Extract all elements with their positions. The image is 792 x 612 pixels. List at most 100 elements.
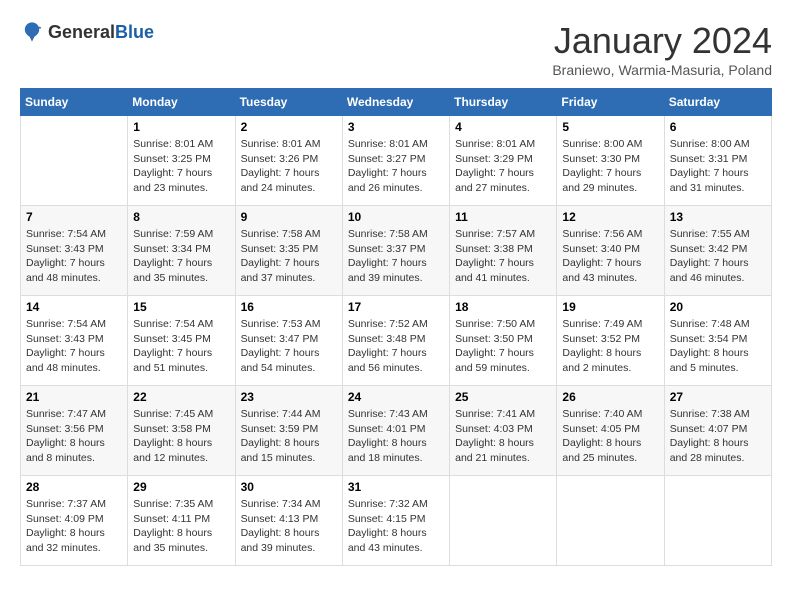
calendar-cell: 29 Sunrise: 7:35 AMSunset: 4:11 PMDayligh… <box>128 476 235 566</box>
day-number: 30 <box>241 480 337 494</box>
day-number: 13 <box>670 210 766 224</box>
calendar-cell: 26 Sunrise: 7:40 AMSunset: 4:05 PMDayligh… <box>557 386 664 476</box>
calendar-table: Sunday Monday Tuesday Wednesday Thursday… <box>20 88 772 566</box>
calendar-cell: 12 Sunrise: 7:56 AMSunset: 3:40 PMDayligh… <box>557 206 664 296</box>
calendar-cell: 4Sunrise: 8:01 AMSunset: 3:29 PMDaylight… <box>450 116 557 206</box>
day-info: Sunrise: 7:40 AMSunset: 4:05 PMDaylight:… <box>562 407 658 466</box>
calendar-cell <box>557 476 664 566</box>
calendar-row-5: 28Sunrise: 7:37 AMSunset: 4:09 PMDayligh… <box>21 476 772 566</box>
header-thursday: Thursday <box>450 89 557 116</box>
calendar-cell: 30 Sunrise: 7:34 AMSunset: 4:13 PMDayligh… <box>235 476 342 566</box>
day-info: Sunrise: 8:00 AMSunset: 3:31 PMDaylight:… <box>670 137 766 196</box>
day-number: 31 <box>348 480 444 494</box>
title-area: January 2024 Braniewo, Warmia-Masuria, P… <box>552 20 772 78</box>
calendar-subtitle: Braniewo, Warmia-Masuria, Poland <box>552 62 772 78</box>
day-info: Sunrise: 7:58 AMSunset: 3:37 PMDaylight:… <box>348 227 444 286</box>
calendar-title: January 2024 <box>552 20 772 62</box>
header-monday: Monday <box>128 89 235 116</box>
day-info: Sunrise: 7:48 AMSunset: 3:54 PMDaylight:… <box>670 317 766 376</box>
day-info: Sunrise: 7:45 AMSunset: 3:58 PMDaylight:… <box>133 407 229 466</box>
calendar-cell: 20 Sunrise: 7:48 AMSunset: 3:54 PMDayligh… <box>664 296 771 386</box>
day-number: 12 <box>562 210 658 224</box>
header-saturday: Saturday <box>664 89 771 116</box>
calendar-cell: 6Sunrise: 8:00 AMSunset: 3:31 PMDaylight… <box>664 116 771 206</box>
calendar-cell: 16Sunrise: 7:53 AMSunset: 3:47 PMDayligh… <box>235 296 342 386</box>
day-number: 7 <box>26 210 122 224</box>
calendar-cell: 31 Sunrise: 7:32 AMSunset: 4:15 PMDayligh… <box>342 476 449 566</box>
day-number: 8 <box>133 210 229 224</box>
day-number: 27 <box>670 390 766 404</box>
day-number: 29 <box>133 480 229 494</box>
calendar-cell: 17 Sunrise: 7:52 AMSunset: 3:48 PMDayligh… <box>342 296 449 386</box>
calendar-cell: 8Sunrise: 7:59 AMSunset: 3:34 PMDaylight… <box>128 206 235 296</box>
day-info: Sunrise: 7:34 AMSunset: 4:13 PMDaylight:… <box>241 497 337 556</box>
day-number: 5 <box>562 120 658 134</box>
day-info: Sunrise: 8:01 AMSunset: 3:27 PMDaylight:… <box>348 137 444 196</box>
day-info: Sunrise: 7:57 AMSunset: 3:38 PMDaylight:… <box>455 227 551 286</box>
header-friday: Friday <box>557 89 664 116</box>
day-number: 17 <box>348 300 444 314</box>
calendar-cell: 14Sunrise: 7:54 AMSunset: 3:43 PMDayligh… <box>21 296 128 386</box>
calendar-cell: 1 Sunrise: 8:01 AMSunset: 3:25 PMDaylight… <box>128 116 235 206</box>
calendar-cell: 5Sunrise: 8:00 AMSunset: 3:30 PMDaylight… <box>557 116 664 206</box>
calendar-cell: 19 Sunrise: 7:49 AMSunset: 3:52 PMDayligh… <box>557 296 664 386</box>
calendar-cell: 28Sunrise: 7:37 AMSunset: 4:09 PMDayligh… <box>21 476 128 566</box>
header-wednesday: Wednesday <box>342 89 449 116</box>
day-number: 24 <box>348 390 444 404</box>
calendar-cell: 9Sunrise: 7:58 AMSunset: 3:35 PMDaylight… <box>235 206 342 296</box>
calendar-cell: 22 Sunrise: 7:45 AMSunset: 3:58 PMDayligh… <box>128 386 235 476</box>
day-info: Sunrise: 7:54 AMSunset: 3:43 PMDaylight:… <box>26 317 122 376</box>
day-info: Sunrise: 7:55 AMSunset: 3:42 PMDaylight:… <box>670 227 766 286</box>
day-number: 22 <box>133 390 229 404</box>
header-sunday: Sunday <box>21 89 128 116</box>
day-info: Sunrise: 7:54 AMSunset: 3:45 PMDaylight:… <box>133 317 229 376</box>
calendar-cell: 15 Sunrise: 7:54 AMSunset: 3:45 PMDayligh… <box>128 296 235 386</box>
calendar-cell: 21Sunrise: 7:47 AMSunset: 3:56 PMDayligh… <box>21 386 128 476</box>
day-info: Sunrise: 7:44 AMSunset: 3:59 PMDaylight:… <box>241 407 337 466</box>
page-header: General Blue January 2024 Braniewo, Warm… <box>20 20 772 78</box>
day-number: 21 <box>26 390 122 404</box>
calendar-cell: 27 Sunrise: 7:38 AMSunset: 4:07 PMDayligh… <box>664 386 771 476</box>
day-info: Sunrise: 8:01 AMSunset: 3:25 PMDaylight:… <box>133 137 229 196</box>
day-number: 20 <box>670 300 766 314</box>
day-number: 16 <box>241 300 337 314</box>
logo: General Blue <box>20 20 154 44</box>
day-info: Sunrise: 7:49 AMSunset: 3:52 PMDaylight:… <box>562 317 658 376</box>
day-info: Sunrise: 7:38 AMSunset: 4:07 PMDaylight:… <box>670 407 766 466</box>
day-info: Sunrise: 7:41 AMSunset: 4:03 PMDaylight:… <box>455 407 551 466</box>
calendar-row-2: 7 Sunrise: 7:54 AMSunset: 3:43 PMDaylight… <box>21 206 772 296</box>
logo-text-general: General <box>48 22 115 43</box>
header-row: Sunday Monday Tuesday Wednesday Thursday… <box>21 89 772 116</box>
day-number: 25 <box>455 390 551 404</box>
day-number: 18 <box>455 300 551 314</box>
calendar-cell: 7 Sunrise: 7:54 AMSunset: 3:43 PMDaylight… <box>21 206 128 296</box>
day-number: 19 <box>562 300 658 314</box>
calendar-cell: 3Sunrise: 8:01 AMSunset: 3:27 PMDaylight… <box>342 116 449 206</box>
calendar-row-1: 1 Sunrise: 8:01 AMSunset: 3:25 PMDaylight… <box>21 116 772 206</box>
day-number: 1 <box>133 120 229 134</box>
calendar-row-4: 21Sunrise: 7:47 AMSunset: 3:56 PMDayligh… <box>21 386 772 476</box>
day-info: Sunrise: 7:32 AMSunset: 4:15 PMDaylight:… <box>348 497 444 556</box>
day-number: 15 <box>133 300 229 314</box>
day-number: 11 <box>455 210 551 224</box>
day-number: 10 <box>348 210 444 224</box>
day-info: Sunrise: 7:54 AMSunset: 3:43 PMDaylight:… <box>26 227 122 286</box>
day-info: Sunrise: 7:43 AMSunset: 4:01 PMDaylight:… <box>348 407 444 466</box>
day-number: 23 <box>241 390 337 404</box>
header-tuesday: Tuesday <box>235 89 342 116</box>
logo-text-blue: Blue <box>115 22 154 43</box>
day-number: 4 <box>455 120 551 134</box>
calendar-cell: 2 Sunrise: 8:01 AMSunset: 3:26 PMDaylight… <box>235 116 342 206</box>
day-number: 2 <box>241 120 337 134</box>
calendar-row-3: 14Sunrise: 7:54 AMSunset: 3:43 PMDayligh… <box>21 296 772 386</box>
day-info: Sunrise: 7:52 AMSunset: 3:48 PMDaylight:… <box>348 317 444 376</box>
day-number: 26 <box>562 390 658 404</box>
calendar-cell: 23 Sunrise: 7:44 AMSunset: 3:59 PMDayligh… <box>235 386 342 476</box>
day-info: Sunrise: 8:01 AMSunset: 3:26 PMDaylight:… <box>241 137 337 196</box>
day-info: Sunrise: 7:35 AMSunset: 4:11 PMDaylight:… <box>133 497 229 556</box>
day-info: Sunrise: 7:56 AMSunset: 3:40 PMDaylight:… <box>562 227 658 286</box>
calendar-cell: 24 Sunrise: 7:43 AMSunset: 4:01 PMDayligh… <box>342 386 449 476</box>
calendar-cell <box>21 116 128 206</box>
calendar-cell: 25 Sunrise: 7:41 AMSunset: 4:03 PMDayligh… <box>450 386 557 476</box>
calendar-cell: 10 Sunrise: 7:58 AMSunset: 3:37 PMDayligh… <box>342 206 449 296</box>
